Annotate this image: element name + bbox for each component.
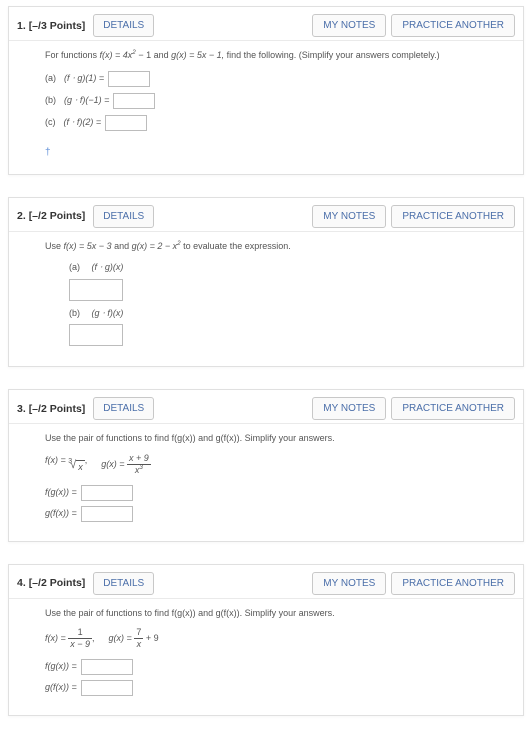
part-expression: (f ⋅ g)(x) xyxy=(92,262,124,272)
question-4: 4. [–/2 Points] DETAILS MY NOTES PRACTIC… xyxy=(8,564,524,717)
question-number: 4. [–/2 Points] xyxy=(17,577,85,589)
question-number: 3. [–/2 Points] xyxy=(17,403,85,415)
practice-another-button[interactable]: PRACTICE ANOTHER xyxy=(391,14,515,37)
question-2: 2. [–/2 Points] DETAILS MY NOTES PRACTIC… xyxy=(8,197,524,368)
my-notes-button[interactable]: MY NOTES xyxy=(312,205,386,228)
function-definitions: f(x) = 3 √ x , g(x) = x + 9 x3 xyxy=(45,454,515,475)
details-button[interactable]: DETAILS xyxy=(93,572,154,595)
practice-another-button[interactable]: PRACTICE ANOTHER xyxy=(391,572,515,595)
eval-lhs: f(g(x)) = xyxy=(45,486,77,500)
question-header: 4. [–/2 Points] DETAILS MY NOTES PRACTIC… xyxy=(9,565,523,599)
practice-another-button[interactable]: PRACTICE ANOTHER xyxy=(391,205,515,228)
question-1: 1. [–/3 Points] DETAILS MY NOTES PRACTIC… xyxy=(8,6,524,175)
fraction: 7 x xyxy=(134,628,143,649)
details-button[interactable]: DETAILS xyxy=(93,14,154,37)
my-notes-button[interactable]: MY NOTES xyxy=(312,397,386,420)
part-label: (b) xyxy=(45,94,56,108)
eval-fgx: f(g(x)) = xyxy=(45,485,515,501)
question-statement: Use the pair of functions to find f(g(x)… xyxy=(45,607,515,621)
answer-input-2a[interactable] xyxy=(69,279,123,301)
eval-gfx: g(f(x)) = xyxy=(45,680,515,696)
part-expression: (f ⋅ g)(1) = xyxy=(64,72,104,86)
function-definitions: f(x) = 1 x − 9 , g(x) = 7 x + 9 xyxy=(45,628,515,649)
answer-input-3a[interactable] xyxy=(81,485,133,501)
part-a: (a) (f ⋅ g)(x) xyxy=(69,261,515,301)
eval-lhs: g(f(x)) = xyxy=(45,507,77,521)
question-number: 2. [–/2 Points] xyxy=(17,210,85,222)
answer-input-1b[interactable] xyxy=(113,93,155,109)
answer-input-1c[interactable] xyxy=(105,115,147,131)
help-link[interactable]: † xyxy=(45,145,51,160)
answer-input-4b[interactable] xyxy=(81,680,133,696)
details-button[interactable]: DETAILS xyxy=(93,397,154,420)
eval-fgx: f(g(x)) = xyxy=(45,659,515,675)
question-header: 1. [–/3 Points] DETAILS MY NOTES PRACTIC… xyxy=(9,7,523,41)
details-button[interactable]: DETAILS xyxy=(93,205,154,228)
eval-lhs: f(g(x)) = xyxy=(45,660,77,674)
eval-gfx: g(f(x)) = xyxy=(45,506,515,522)
part-expression: (f ⋅ f)(2) = xyxy=(64,116,102,130)
cube-root: 3 √ x xyxy=(68,460,84,475)
part-c: (c) (f ⋅ f)(2) = xyxy=(45,115,515,131)
part-label: (a) xyxy=(69,262,80,272)
answer-input-4a[interactable] xyxy=(81,659,133,675)
practice-another-button[interactable]: PRACTICE ANOTHER xyxy=(391,397,515,420)
question-header: 2. [–/2 Points] DETAILS MY NOTES PRACTIC… xyxy=(9,198,523,232)
part-b: (b) (g ⋅ f)(−1) = xyxy=(45,93,515,109)
part-b: (b) (g ⋅ f)(x) xyxy=(69,307,515,347)
question-number: 1. [–/3 Points] xyxy=(17,20,85,32)
part-a: (a) (f ⋅ g)(1) = xyxy=(45,71,515,87)
question-statement: For functions f(x) = 4x2 − 1 and g(x) = … xyxy=(45,49,515,63)
question-body: Use the pair of functions to find f(g(x)… xyxy=(9,599,523,716)
part-label: (b) xyxy=(69,308,80,318)
question-3: 3. [–/2 Points] DETAILS MY NOTES PRACTIC… xyxy=(8,389,524,542)
part-label: (a) xyxy=(45,72,56,86)
answer-input-3b[interactable] xyxy=(81,506,133,522)
question-body: Use f(x) = 5x − 3 and g(x) = 2 − x2 to e… xyxy=(9,232,523,367)
part-label: (c) xyxy=(45,116,56,130)
question-body: For functions f(x) = 4x2 − 1 and g(x) = … xyxy=(9,41,523,174)
my-notes-button[interactable]: MY NOTES xyxy=(312,14,386,37)
question-statement: Use f(x) = 5x − 3 and g(x) = 2 − x2 to e… xyxy=(45,240,515,254)
eval-lhs: g(f(x)) = xyxy=(45,681,77,695)
my-notes-button[interactable]: MY NOTES xyxy=(312,572,386,595)
part-expression: (g ⋅ f)(x) xyxy=(92,308,124,318)
part-expression: (g ⋅ f)(−1) = xyxy=(64,94,109,108)
question-body: Use the pair of functions to find f(g(x)… xyxy=(9,424,523,541)
fraction: 1 x − 9 xyxy=(68,628,92,649)
question-header: 3. [–/2 Points] DETAILS MY NOTES PRACTIC… xyxy=(9,390,523,424)
answer-input-1a[interactable] xyxy=(108,71,150,87)
fraction: x + 9 x3 xyxy=(127,454,151,475)
question-statement: Use the pair of functions to find f(g(x)… xyxy=(45,432,515,446)
answer-input-2b[interactable] xyxy=(69,324,123,346)
